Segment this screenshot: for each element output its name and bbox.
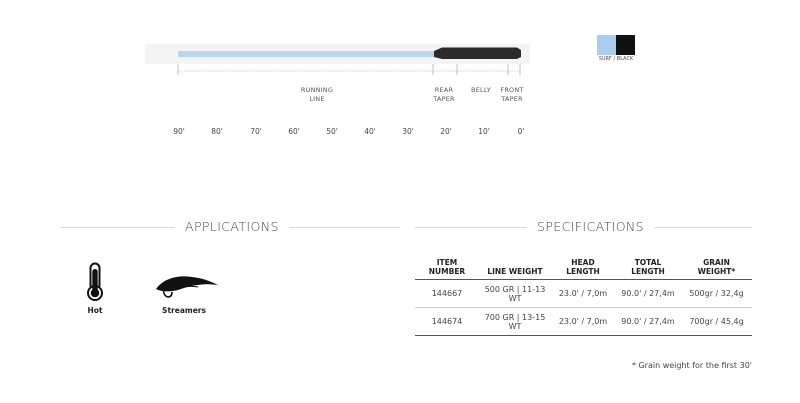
cell-head-length: 23.0' / 7,0m	[551, 307, 615, 336]
cell-grain-weight: 500gr / 32,4g	[681, 279, 752, 308]
distance-tick: 0'	[517, 127, 525, 136]
distance-tick: 10'	[478, 127, 490, 136]
segment-label-front-taper: FRONT TAPER	[500, 86, 524, 103]
segment-label-belly: BELLY	[471, 86, 491, 94]
column-header-item-number: ITEM NUMBER	[415, 258, 479, 280]
cell-head-length: 23.0' / 7,0m	[551, 279, 615, 308]
distance-tick: 30'	[402, 127, 414, 136]
segment-dimension-lines	[177, 64, 521, 75]
distance-tick: 50'	[326, 127, 338, 136]
cell-line-weight: 700 GR | 13-15 WT	[479, 307, 551, 336]
column-header-line-weight: LINE WEIGHT	[479, 258, 551, 280]
thermometer-icon	[80, 262, 110, 302]
head-bar	[434, 47, 521, 59]
column-header-head-length: HEAD LENGTH	[551, 258, 615, 280]
cell-total-length: 90.0' / 27,4m	[615, 307, 681, 336]
cell-item-number: 144674	[415, 307, 479, 336]
line-diagram: RUNNING LINE REAR TAPER BELLY FRONT TAPE…	[0, 0, 800, 150]
swatch-color-surf	[597, 35, 616, 55]
swatch-color-black	[616, 35, 635, 55]
segment-label-running-line: RUNNING LINE	[300, 86, 334, 103]
cell-grain-weight: 700gr / 45,4g	[681, 307, 752, 336]
table-row: 144667 500 GR | 11-13 WT 23.0' / 7,0m 90.…	[415, 279, 752, 308]
application-label-hot: Hot	[87, 306, 103, 315]
grain-weight-footnote: * Grain weight for the first 30'	[631, 361, 752, 370]
distance-tick: 80'	[211, 127, 223, 136]
swatch-label: SURF / BLACK	[598, 57, 634, 62]
cell-total-length: 90.0' / 27,4m	[615, 279, 681, 308]
distance-tick: 90'	[173, 127, 185, 136]
distance-tick: 60'	[288, 127, 300, 136]
column-header-total-length: TOTAL LENGTH	[615, 258, 681, 280]
distance-tick: 70'	[250, 127, 262, 136]
color-swatch	[597, 35, 635, 55]
column-header-grain-weight: GRAIN WEIGHT*	[681, 258, 752, 280]
distance-tick: 40'	[364, 127, 376, 136]
streamer-fly-icon	[152, 270, 220, 300]
applications-title: APPLICATIONS	[175, 219, 289, 234]
distance-tick: 20'	[440, 127, 452, 136]
table-header-row: ITEM NUMBER LINE WEIGHT HEAD LENGTH TOTAL L…	[415, 258, 752, 280]
specifications-title: SPECIFICATIONS	[527, 219, 655, 234]
segment-label-rear-taper: REAR TAPER	[433, 86, 455, 103]
cell-line-weight: 500 GR | 11-13 WT	[479, 279, 551, 308]
running-line-bar	[178, 51, 436, 57]
application-label-streamers: Streamers	[162, 306, 206, 315]
table-row: 144674 700 GR | 13-15 WT 23.0' / 7,0m 90.…	[415, 307, 752, 336]
specifications-table: ITEM NUMBER LINE WEIGHT HEAD LENGTH TOTAL L…	[415, 258, 752, 336]
cell-item-number: 144667	[415, 279, 479, 308]
